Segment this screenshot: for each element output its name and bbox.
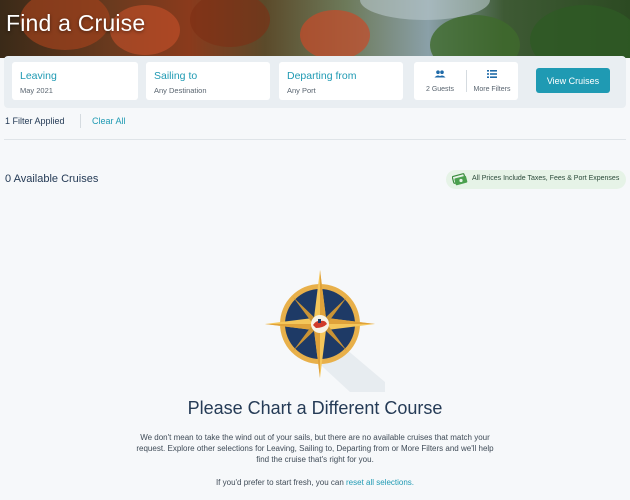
reset-all-link[interactable]: reset all selections. <box>346 478 414 487</box>
clear-all-link[interactable]: Clear All <box>92 116 126 126</box>
reset-prompt: If you'd prefer to start fresh, you can … <box>0 478 630 487</box>
guests-filters-group: 2 Guests More Filters <box>414 62 518 100</box>
view-cruises-button[interactable]: View Cruises <box>536 68 610 93</box>
hero-banner: Find a Cruise <box>0 0 630 58</box>
more-filters-button[interactable]: More Filters <box>466 62 518 100</box>
departing-from-value: Any Port <box>287 86 316 95</box>
reset-prefix: If you'd prefer to start fresh, you can <box>215 478 344 487</box>
departing-from-label: Departing from <box>287 70 357 82</box>
price-note-text: All Prices Include Taxes, Fees & Port Ex… <box>472 175 620 182</box>
guests-label: 2 Guests <box>425 86 454 93</box>
price-note-badge: All Prices Include Taxes, Fees & Port Ex… <box>446 170 626 189</box>
leaving-label: Leaving <box>20 70 57 82</box>
message-line: We don't mean to take the wind out of yo… <box>140 433 490 442</box>
divider <box>4 139 626 140</box>
guests-filter[interactable]: 2 Guests <box>414 62 466 100</box>
divider <box>80 114 81 128</box>
message-line: find the cruise that's right for you. <box>256 455 374 464</box>
page-title: Find a Cruise <box>6 10 146 36</box>
sailing-to-filter[interactable]: Sailing to Any Destination <box>146 62 270 100</box>
compass-icon <box>265 270 385 392</box>
sailing-to-value: Any Destination <box>154 86 207 95</box>
leaving-filter[interactable]: Leaving May 2021 <box>12 62 138 100</box>
results-count: 0 Available Cruises <box>5 173 99 185</box>
list-filter-icon <box>466 70 518 80</box>
departing-from-filter[interactable]: Departing from Any Port <box>279 62 403 100</box>
leaving-value: May 2021 <box>20 86 53 95</box>
empty-state-heading: Please Chart a Different Course <box>187 398 443 418</box>
people-icon <box>414 70 466 80</box>
money-icon <box>452 173 468 186</box>
more-filters-label: More Filters <box>473 86 511 93</box>
filter-bar: Leaving May 2021 Sailing to Any Destinat… <box>4 56 626 108</box>
filters-applied-text: 1 Filter Applied <box>5 116 65 126</box>
message-line: request. Explore other selections for Le… <box>136 444 494 453</box>
sailing-to-label: Sailing to <box>154 70 198 82</box>
empty-state-message: We don't mean to take the wind out of yo… <box>130 432 500 465</box>
